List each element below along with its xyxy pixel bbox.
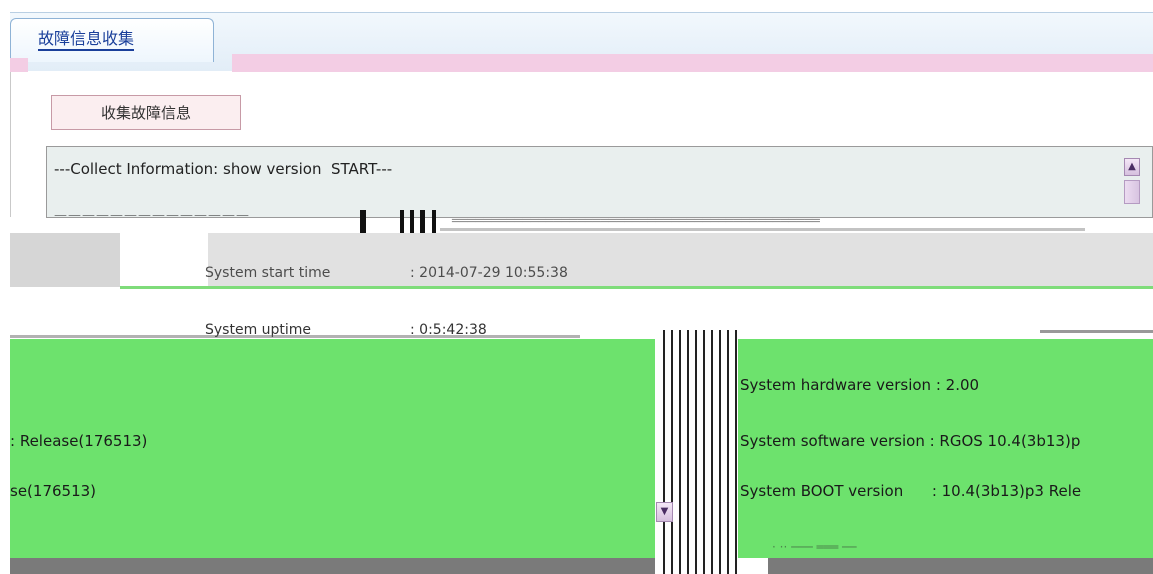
start-time-value: : 2014-07-29 10:55:38 xyxy=(410,265,568,281)
tab-underline-strip-left xyxy=(10,58,28,72)
output-band-left xyxy=(10,233,120,287)
divider xyxy=(440,228,1085,231)
software-version: System software version : RGOS 10.4(3b13… xyxy=(740,432,1081,450)
collect-fault-info-button[interactable]: 收集故障信息 xyxy=(51,95,241,130)
release-fragment: se(176513) xyxy=(10,482,97,500)
boot-version: System BOOT version : 10.4(3b13)p3 Rele xyxy=(740,482,1082,500)
scroll-up-icon[interactable]: ▲ xyxy=(1124,158,1140,176)
scrollbar-thumb[interactable] xyxy=(1124,180,1140,204)
garbled-text: ════════════════════════════════════════… xyxy=(452,214,820,229)
render-artifact-stripes xyxy=(655,330,738,574)
garbled-text: · ·· ─── ═══ ── xyxy=(772,540,857,554)
tab-underline-strip xyxy=(232,54,1153,72)
start-time-label: System start time xyxy=(205,265,331,281)
log-line-garbled: —————————————— xyxy=(54,208,250,223)
log-line: ---Collect Information: show version STA… xyxy=(54,160,393,178)
scroll-down-icon[interactable]: ▼ xyxy=(656,502,673,522)
release-fragment: : Release(176513) xyxy=(10,432,148,450)
tab-label[interactable]: 故障信息收集 xyxy=(38,30,135,51)
output-bottom-band xyxy=(768,558,1153,574)
output-bottom-band xyxy=(10,558,655,574)
output-gap xyxy=(120,233,208,287)
output-band-white xyxy=(10,289,1153,339)
render-artifact xyxy=(360,210,440,234)
divider xyxy=(10,335,580,338)
hardware-version: System hardware version : 2.00 xyxy=(740,376,980,394)
divider xyxy=(1040,330,1153,333)
